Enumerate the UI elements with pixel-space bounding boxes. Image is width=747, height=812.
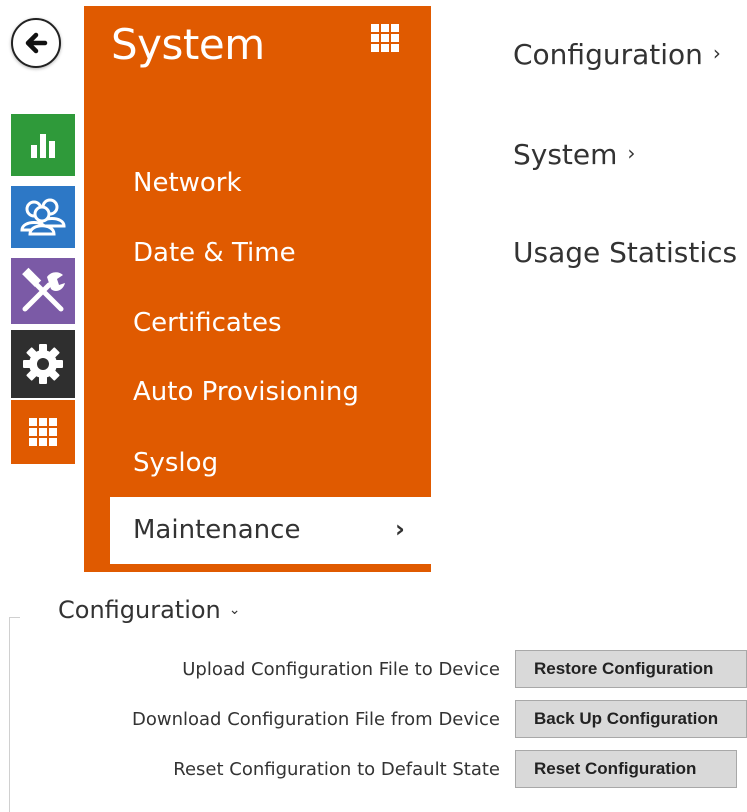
upload-config-label: Upload Configuration File to Device — [182, 659, 500, 680]
panel-title: System — [111, 20, 265, 69]
chevron-right-icon: › — [627, 141, 636, 165]
chevron-right-icon: › — [395, 515, 405, 543]
bar-chart-icon — [31, 134, 55, 158]
nav-services[interactable] — [11, 258, 75, 324]
users-icon — [20, 198, 66, 236]
reset-configuration-button[interactable]: Reset Configuration — [515, 750, 737, 788]
menu-item-auto-provisioning[interactable]: Auto Provisioning — [133, 377, 359, 407]
nav-hardware[interactable] — [11, 330, 75, 398]
gear-icon — [23, 344, 63, 384]
menu-item-certificates[interactable]: Certificates — [133, 308, 282, 338]
restore-configuration-button[interactable]: Restore Configuration — [515, 650, 747, 688]
link-label: System — [513, 138, 618, 171]
tools-icon — [22, 267, 65, 312]
chevron-down-icon: ⌄ — [228, 602, 241, 618]
nav-status[interactable] — [11, 114, 75, 176]
link-label: Usage Statistics — [513, 236, 738, 269]
reset-config-label: Reset Configuration to Default State — [173, 759, 500, 780]
menu-item-syslog[interactable]: Syslog — [133, 448, 218, 478]
grid-icon — [29, 418, 57, 446]
download-config-label: Download Configuration File from Device — [132, 709, 500, 730]
back-button[interactable] — [11, 18, 61, 68]
menu-item-date-time[interactable]: Date & Time — [133, 238, 296, 268]
menu-item-network[interactable]: Network — [133, 168, 242, 198]
configuration-section-toggle[interactable]: Configuration ⌄ — [58, 596, 241, 624]
link-label: Configuration — [513, 38, 703, 71]
chevron-right-icon: › — [712, 41, 721, 65]
link-system[interactable]: System › — [513, 138, 635, 171]
section-bracket — [9, 617, 20, 812]
system-menu-panel: System Network Date & Time Certificates … — [84, 6, 431, 572]
nav-directory[interactable] — [11, 186, 75, 248]
nav-system[interactable] — [11, 400, 75, 464]
link-usage-statistics[interactable]: Usage Statistics› — [513, 236, 747, 269]
back-arrow-icon — [25, 32, 48, 54]
menu-item-label: Maintenance — [133, 515, 301, 545]
section-heading: Configuration — [58, 596, 221, 624]
grid-icon[interactable] — [371, 24, 399, 52]
back-up-configuration-button[interactable]: Back Up Configuration — [515, 700, 747, 738]
link-configuration[interactable]: Configuration › — [513, 38, 721, 71]
menu-item-maintenance[interactable]: Maintenance › — [110, 497, 431, 564]
